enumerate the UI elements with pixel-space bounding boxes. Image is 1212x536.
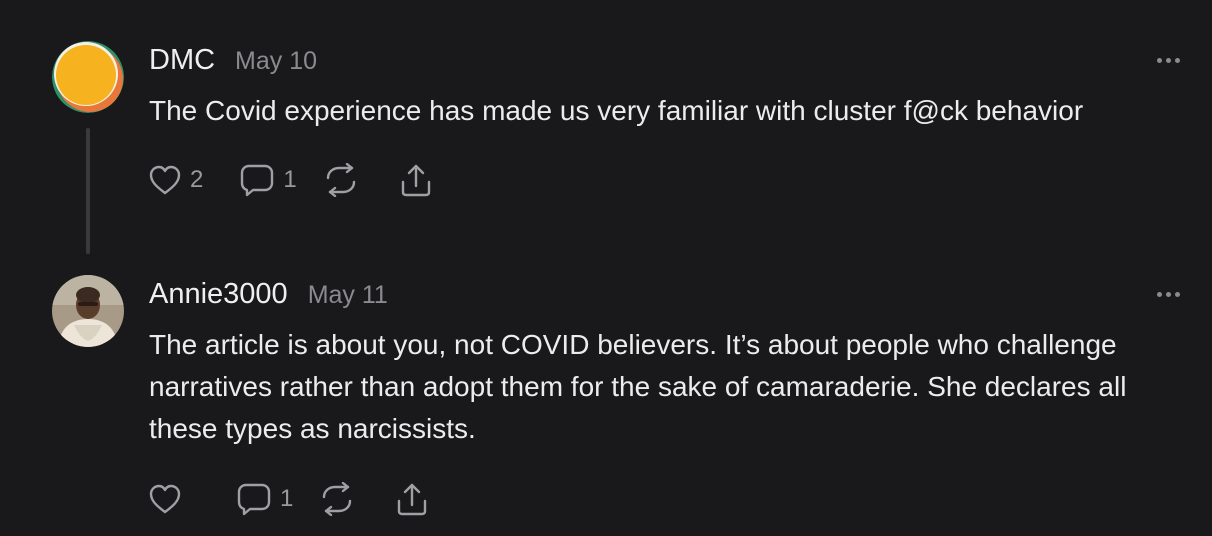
heart-icon — [148, 164, 182, 196]
reply-count: 1 — [280, 485, 294, 512]
comment-header: DMC May 10 — [149, 44, 317, 77]
reply-button[interactable]: 1 — [236, 482, 293, 516]
repeat-icon — [323, 163, 359, 197]
reply-button[interactable]: 1 — [239, 163, 297, 197]
comment-actions: 1 — [148, 481, 429, 517]
speech-bubble-icon — [239, 163, 275, 197]
restack-button[interactable] — [323, 163, 359, 197]
avatar[interactable] — [52, 41, 124, 113]
author-name[interactable]: DMC — [149, 44, 215, 77]
restack-button[interactable] — [319, 482, 355, 516]
share-button[interactable] — [395, 482, 429, 516]
reply-count: 1 — [283, 166, 297, 193]
comment-date[interactable]: May 10 — [235, 47, 317, 76]
comment-header: Annie3000 May 11 — [149, 278, 388, 311]
share-button[interactable] — [399, 163, 433, 197]
comment-text: The Covid experience has made us very fa… — [149, 95, 1084, 126]
like-count: 2 — [190, 166, 204, 193]
heart-icon — [148, 483, 182, 515]
comment-actions: 2 1 — [148, 162, 433, 198]
speech-bubble-icon — [236, 482, 272, 516]
author-name[interactable]: Annie3000 — [149, 278, 288, 311]
thread-line — [86, 128, 90, 254]
share-upload-icon — [395, 482, 429, 516]
more-options-icon[interactable] — [1157, 58, 1180, 63]
share-upload-icon — [399, 163, 433, 197]
comment-text: The article is about you, not COVID beli… — [149, 329, 1127, 444]
like-button[interactable]: 2 — [148, 164, 203, 196]
more-options-icon[interactable] — [1157, 292, 1180, 297]
avatar[interactable] — [52, 275, 124, 347]
like-button[interactable] — [148, 483, 182, 515]
comment-thread: DMC May 10 The Covid experience has made… — [0, 0, 1212, 536]
comment-date[interactable]: May 11 — [308, 281, 388, 310]
repeat-icon — [319, 482, 355, 516]
